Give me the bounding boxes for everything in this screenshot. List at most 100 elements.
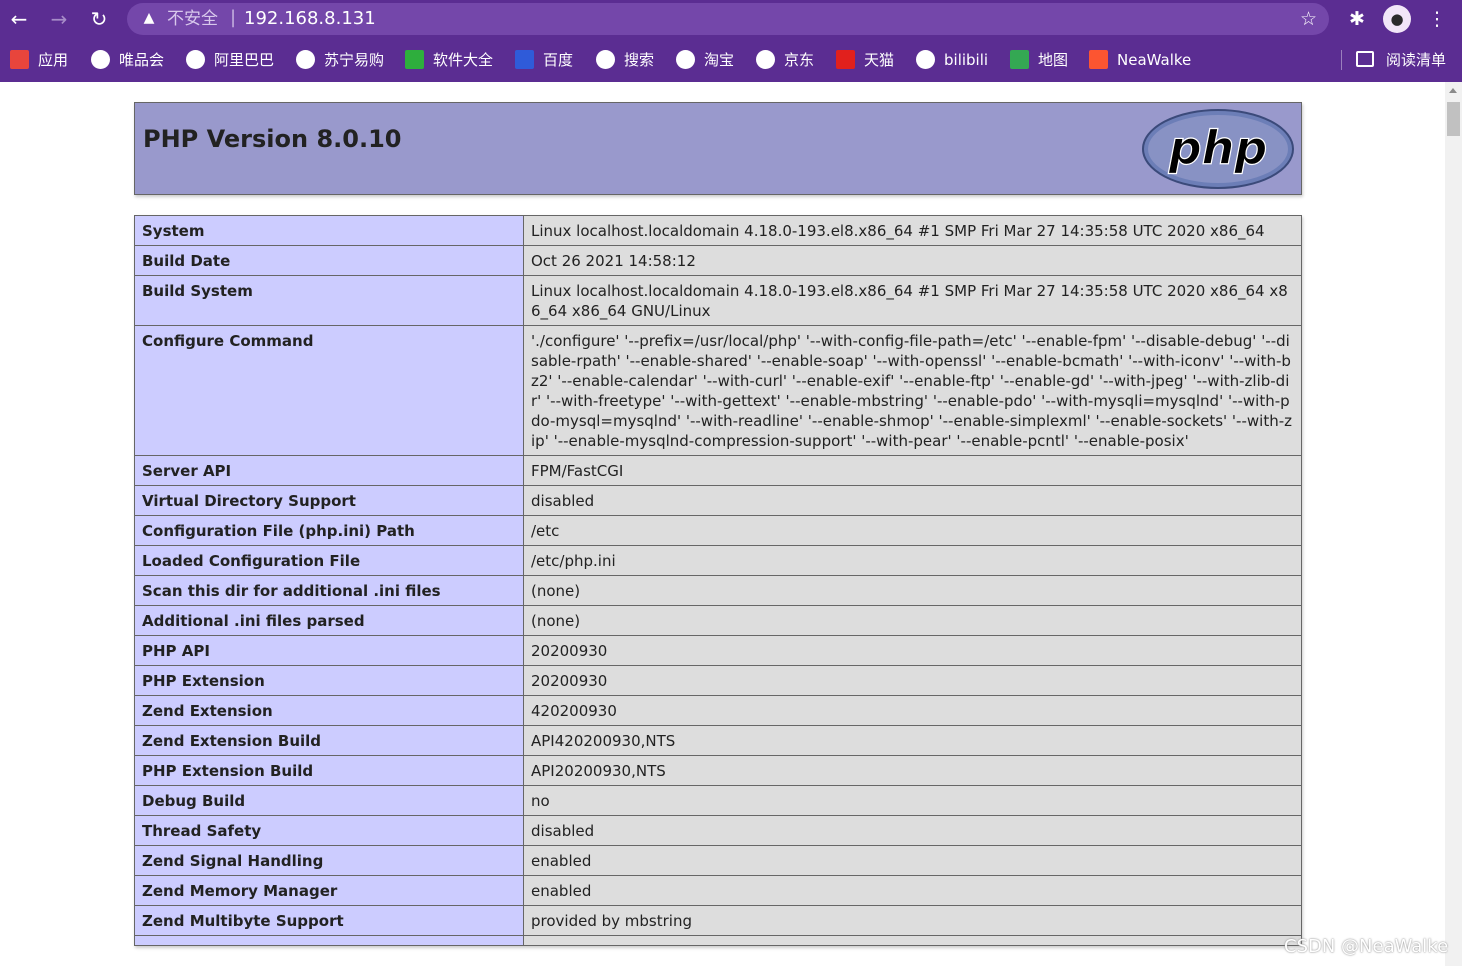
map-icon [1010,50,1029,69]
apps-grid-icon [10,50,29,69]
baidu-paw-icon [515,50,534,69]
extensions-puzzle-icon[interactable]: ✱ [1344,6,1370,32]
table-row: Build Date Oct 26 2021 14:58:12 [134,245,1302,276]
row-key: PHP Extension Build [134,755,524,786]
row-value: disabled [523,815,1302,846]
row-value: API20200930,NTS [523,755,1302,786]
globe-icon [916,50,935,69]
reload-icon[interactable]: ↻ [84,4,114,34]
row-key: Debug Build [134,785,524,816]
url-text[interactable]: 192.168.8.131 [244,8,376,30]
warning-triangle-icon[interactable]: ▲ [141,10,157,26]
table-row: Configure Command './configure' '--prefix… [134,325,1302,456]
globe-icon [296,50,315,69]
csdn-watermark: CSDN @NeaWalke [1284,936,1449,957]
row-value: Linux localhost.localdomain 4.18.0-193.e… [523,215,1302,246]
globe-icon [186,50,205,69]
bookmark-label: 苏宁易购 [324,51,385,69]
vertical-scrollbar[interactable] [1445,82,1462,966]
table-row [134,935,1302,946]
bookmark-label: 京东 [784,51,815,69]
row-key: Zend Multibyte Support [134,905,524,936]
row-key: Build System [134,275,524,326]
row-value: 420200930 [523,695,1302,726]
row-value: './configure' '--prefix=/usr/local/php' … [523,325,1302,456]
php-info-table: System Linux localhost.localdomain 4.18.0… [134,215,1302,946]
row-value: 20200930 [523,665,1302,696]
row-key: PHP Extension [134,665,524,696]
scroll-thumb[interactable] [1447,102,1460,136]
row-value: enabled [523,845,1302,876]
table-row: Zend Multibyte Support provided by mbstri… [134,905,1302,936]
row-key: Zend Signal Handling [134,845,524,876]
scroll-up-arrow-icon[interactable] [1449,88,1457,93]
globe-icon [91,50,110,69]
row-key: Loaded Configuration File [134,545,524,576]
row-value: /etc/php.ini [523,545,1302,576]
row-value: no [523,785,1302,816]
bookmark-label: 天猫 [864,51,895,69]
back-arrow-icon[interactable]: ← [4,4,34,34]
row-key: Scan this dir for additional .ini files [134,575,524,606]
row-key: System [134,215,524,246]
browser-toolbar: ← → ↻ ▲ 不安全 | 192.168.8.131 ☆ ✱ ● ⋮ 应用 唯品… [0,0,1462,82]
url-separator: | [230,7,237,28]
forward-arrow-icon[interactable]: → [44,4,74,34]
table-row: System Linux localhost.localdomain 4.18.0… [134,215,1302,246]
row-key: Zend Extension Build [134,725,524,756]
table-row: Zend Extension 420200930 [134,695,1302,726]
row-key: Zend Memory Manager [134,875,524,906]
bookmark-label: 阿里巴巴 [214,51,275,69]
bookmark-star-icon[interactable]: ☆ [1300,8,1317,30]
reading-list-label: 阅读清单 [1386,51,1447,69]
csdn-c-icon [1089,50,1108,69]
table-row: Build System Linux localhost.localdomain … [134,275,1302,326]
table-row: PHP API 20200930 [134,635,1302,666]
row-value: Linux localhost.localdomain 4.18.0-193.e… [523,275,1302,326]
row-value [523,935,1302,946]
row-key: Zend Extension [134,695,524,726]
globe-icon [596,50,615,69]
row-key: Configure Command [134,325,524,456]
table-row: Scan this dir for additional .ini files(… [134,575,1302,606]
bookmark-label: 淘宝 [704,51,735,69]
table-row: Zend Extension Build API420200930,NTS [134,725,1302,756]
row-value: (none) [523,605,1302,636]
security-status-label[interactable]: 不安全 [167,9,218,29]
bookmark-label: NeaWalke [1117,51,1192,69]
profile-avatar[interactable]: ● [1383,5,1411,33]
bookmark-label: 软件大全 [433,51,494,69]
table-row: PHP Extension Build API20200930,NTS [134,755,1302,786]
table-row: Server API FPM/FastCGI [134,455,1302,486]
row-value: /etc [523,515,1302,546]
row-key: Configuration File (php.ini) Path [134,515,524,546]
table-row: Virtual Directory Support disabled [134,485,1302,516]
row-key: Thread Safety [134,815,524,846]
php-logo[interactable]: php [1141,108,1295,190]
kebab-menu-icon[interactable]: ⋮ [1425,5,1449,33]
download-icon [405,50,424,69]
row-key: Server API [134,455,524,486]
row-value: 20200930 [523,635,1302,666]
row-value: API420200930,NTS [523,725,1302,756]
table-row: Zend Memory Manager enabled [134,875,1302,906]
row-value: enabled [523,875,1302,906]
globe-icon [676,50,695,69]
reading-list-icon [1356,51,1374,67]
table-row: Thread Safety disabled [134,815,1302,846]
bookmark-label: 唯品会 [119,51,165,69]
row-key: Build Date [134,245,524,276]
bookmarks-divider [1341,50,1342,70]
table-row: Debug Build no [134,785,1302,816]
php-logo-text: php [1168,121,1268,175]
php-version-header: PHP Version 8.0.10 php [134,102,1302,195]
table-row: Loaded Configuration File/etc/php.ini [134,545,1302,576]
address-bar[interactable]: ▲ 不安全 | 192.168.8.131 ☆ [127,3,1329,35]
table-row: PHP Extension 20200930 [134,665,1302,696]
bookmark-label: 地图 [1038,51,1069,69]
bookmark-label: 应用 [38,51,69,69]
table-row: Zend Signal Handling enabled [134,845,1302,876]
page-title: PHP Version 8.0.10 [143,125,402,153]
row-key: Additional .ini files parsed [134,605,524,636]
row-value: provided by mbstring [523,905,1302,936]
